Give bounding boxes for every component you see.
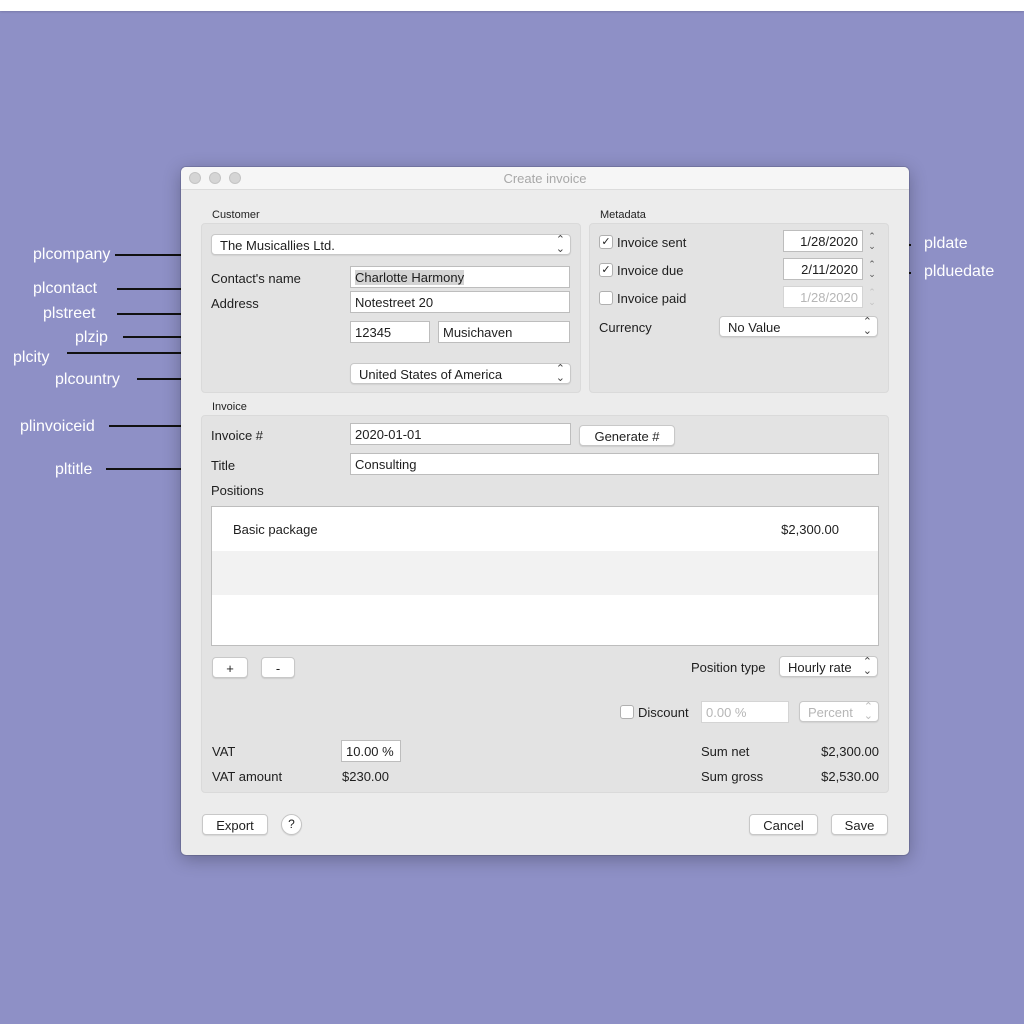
title-bar[interactable]: Create invoice xyxy=(181,167,909,190)
window-title: Create invoice xyxy=(503,171,587,186)
country-select-value: United States of America xyxy=(359,367,503,382)
sum-gross-value: $2,530.00 xyxy=(821,769,879,784)
checkmark-icon: ✓ xyxy=(601,236,611,248)
table-row-empty xyxy=(212,595,878,639)
discount-field[interactable]: 0.00 % xyxy=(701,701,789,723)
address-label: Address xyxy=(211,296,259,311)
discount-unit-select[interactable]: Percent ⌃ ⌄ xyxy=(799,701,879,722)
annotation-plcontact: plcontact xyxy=(33,280,98,297)
positions-table[interactable]: Basic package $2,300.00 xyxy=(211,506,879,646)
invoice-number-label: Invoice # xyxy=(211,428,264,443)
country-select[interactable]: United States of America ⌃ ⌄ xyxy=(350,363,571,384)
discount-unit-value: Percent xyxy=(808,705,853,720)
invoice-paid-date-field[interactable]: 1/28/2020 xyxy=(783,286,863,308)
invoice-sent-date-stepper[interactable]: ⌃ ⌄ xyxy=(866,231,878,252)
chevron-updown-icon: ⌃ ⌄ xyxy=(555,363,565,384)
chevron-updown-icon: ⌃ ⌄ xyxy=(862,656,872,677)
vat-field[interactable]: 10.00 % xyxy=(341,740,401,762)
invoice-paid-checkbox[interactable] xyxy=(599,291,613,305)
position-price: $2,300.00 xyxy=(781,522,839,537)
position-name: Basic package xyxy=(233,522,318,537)
title-field[interactable]: Consulting xyxy=(350,453,879,475)
sum-net-value: $2,300.00 xyxy=(821,744,879,759)
vat-amount-value: $230.00 xyxy=(342,769,389,784)
position-type-select[interactable]: Hourly rate ⌃ ⌄ xyxy=(779,656,878,677)
contact-field[interactable]: Charlotte Harmony xyxy=(350,266,570,288)
discount-label: Discount xyxy=(638,705,689,720)
invoice-due-checkbox[interactable]: ✓ xyxy=(599,263,613,277)
invoice-due-date-field[interactable]: 2/11/2020 xyxy=(783,258,863,280)
invoice-group-title: Invoice xyxy=(212,401,247,413)
annotation-pldate: pldate xyxy=(924,235,968,252)
cancel-button[interactable]: Cancel xyxy=(749,814,818,835)
create-invoice-window: Create invoice Customer The Musicallies … xyxy=(181,167,909,855)
discount-checkbox[interactable] xyxy=(620,705,634,719)
invoice-number-field[interactable]: 2020-01-01 xyxy=(350,423,571,445)
vat-amount-label: VAT amount xyxy=(212,769,283,784)
annotation-pltitle: pltitle xyxy=(55,461,93,478)
positions-label: Positions xyxy=(211,483,264,498)
table-row-empty xyxy=(212,551,878,595)
remove-position-button[interactable]: - xyxy=(261,657,295,678)
metadata-group-title: Metadata xyxy=(600,209,646,221)
title-label: Title xyxy=(211,458,236,473)
sum-gross-label: Sum gross xyxy=(701,769,764,784)
customer-group-title: Customer xyxy=(212,209,260,221)
table-row[interactable]: Basic package $2,300.00 xyxy=(212,507,878,551)
invoice-sent-checkbox[interactable]: ✓ xyxy=(599,235,613,249)
company-select[interactable]: The Musicallies Ltd. ⌃ ⌄ xyxy=(211,234,571,255)
annotation-plcity: plcity xyxy=(13,349,50,366)
street-field[interactable]: Notestreet 20 xyxy=(350,291,570,313)
invoice-paid-label: Invoice paid xyxy=(617,291,687,306)
invoice-due-date-stepper[interactable]: ⌃ ⌄ xyxy=(866,259,878,280)
menu-strip xyxy=(0,0,1024,11)
annotation-plcountry: plcountry xyxy=(55,371,120,388)
invoice-sent-label: Invoice sent xyxy=(617,235,687,250)
invoice-sent-date-field[interactable]: 1/28/2020 xyxy=(783,230,863,252)
vat-label: VAT xyxy=(212,744,236,759)
invoice-paid-date-stepper[interactable]: ⌃ ⌄ xyxy=(866,287,878,308)
position-type-label: Position type xyxy=(691,660,766,675)
currency-select[interactable]: No Value ⌃ ⌄ xyxy=(719,316,878,337)
city-field[interactable]: Musichaven xyxy=(438,321,570,343)
generate-number-button[interactable]: Generate # xyxy=(579,425,675,446)
annotation-plinvoiceid: plinvoiceid xyxy=(20,418,95,435)
save-button[interactable]: Save xyxy=(831,814,888,835)
company-select-value: The Musicallies Ltd. xyxy=(220,238,335,253)
position-type-select-value: Hourly rate xyxy=(788,660,852,675)
contact-field-value: Charlotte Harmony xyxy=(355,270,465,285)
contact-label: Contact's name xyxy=(211,271,301,286)
chevron-updown-icon: ⌃ ⌄ xyxy=(555,234,565,255)
add-position-button[interactable]: + xyxy=(212,657,248,678)
zip-field[interactable]: 12345 xyxy=(350,321,430,343)
sum-net-label: Sum net xyxy=(701,744,750,759)
annotation-plzip: plzip xyxy=(75,329,108,346)
checkmark-icon: ✓ xyxy=(601,264,611,276)
help-button[interactable]: ? xyxy=(281,814,302,835)
chevron-updown-icon: ⌃ ⌄ xyxy=(863,701,873,722)
annotation-plstreet: plstreet xyxy=(43,305,96,322)
export-button[interactable]: Export xyxy=(202,814,268,835)
annotation-plduedate: plduedate xyxy=(924,263,995,280)
currency-select-value: No Value xyxy=(728,320,781,335)
chevron-updown-icon: ⌃ ⌄ xyxy=(862,316,872,337)
invoice-due-label: Invoice due xyxy=(617,263,684,278)
annotation-plcompany: plcompany xyxy=(33,246,111,263)
currency-label: Currency xyxy=(599,320,652,335)
